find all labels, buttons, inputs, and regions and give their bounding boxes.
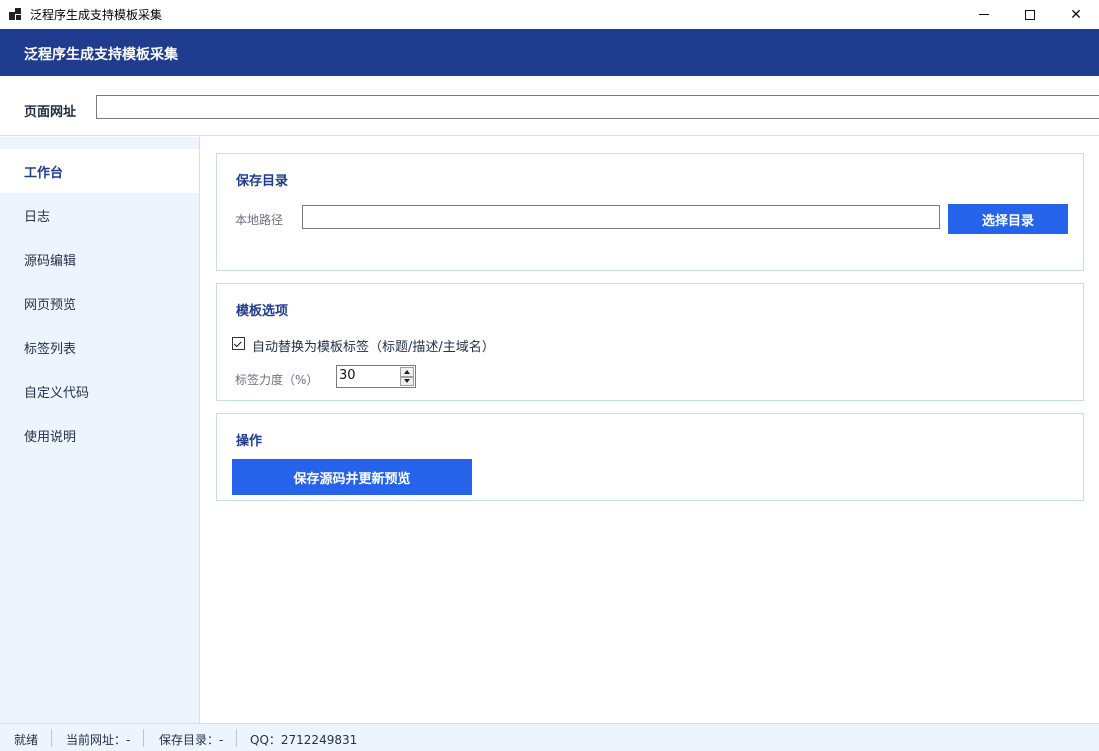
sidebar: 工作台 日志 源码编辑 网页预览 标签列表 自定义代码 使用说明 (0, 137, 200, 723)
window-title: 泛程序生成支持模板采集 (30, 8, 163, 22)
status-divider (143, 729, 144, 747)
close-button[interactable]: ✕ (1053, 0, 1099, 29)
local-path-label: 本地路径 (235, 213, 284, 227)
header-banner: 泛程序生成支持模板采集 (0, 29, 1099, 76)
auto-replace-checkbox[interactable] (232, 337, 245, 350)
sidebar-item-label: 标签列表 (24, 341, 77, 357)
url-row: 页面网址 (0, 76, 1099, 136)
app-icon (9, 8, 21, 20)
title-bar: 泛程序生成支持模板采集 ✕ (0, 0, 1099, 29)
url-input[interactable] (96, 95, 1099, 119)
minimize-icon (979, 14, 989, 15)
save-and-preview-button[interactable]: 保存源码并更新预览 (232, 459, 472, 495)
sidebar-item-label: 日志 (24, 209, 51, 225)
local-path-input[interactable] (302, 205, 940, 229)
status-bar: 就绪 当前网址：- 保存目录：- QQ：2712249831 (0, 723, 1099, 751)
maximize-button[interactable] (1007, 0, 1053, 29)
operations-panel: 操作 保存源码并更新预览 (216, 413, 1084, 501)
sidebar-item-web-preview[interactable]: 网页预览 (0, 281, 199, 325)
sidebar-item-label: 使用说明 (24, 429, 77, 445)
strength-value[interactable]: 30 (339, 368, 356, 383)
status-ready: 就绪 (14, 733, 39, 747)
status-qq: QQ：2712249831 (250, 733, 358, 747)
status-divider (51, 729, 52, 747)
sidebar-item-label: 源码编辑 (24, 253, 77, 269)
sidebar-item-label: 自定义代码 (24, 385, 90, 401)
strength-label: 标签力度（%） (235, 373, 319, 387)
sidebar-item-custom-code[interactable]: 自定义代码 (0, 369, 199, 413)
close-icon: ✕ (1070, 6, 1082, 23)
auto-replace-label[interactable]: 自动替换为模板标签（标题/描述/主域名） (252, 336, 495, 355)
sidebar-item-workbench[interactable]: 工作台 (0, 149, 199, 193)
stepper-down-button[interactable] (400, 376, 414, 386)
strength-stepper[interactable]: 30 (336, 365, 416, 388)
status-current-url: 当前网址：- (66, 733, 131, 747)
maximize-icon (1025, 9, 1035, 20)
save-dir-panel: 保存目录 本地路径 选择目录 (216, 153, 1084, 271)
stepper-buttons (400, 367, 414, 386)
sidebar-item-source-edit[interactable]: 源码编辑 (0, 237, 199, 281)
sidebar-item-log[interactable]: 日志 (0, 193, 199, 237)
arrow-up-icon (404, 369, 410, 374)
sidebar-item-tag-list[interactable]: 标签列表 (0, 325, 199, 369)
sidebar-item-label: 网页预览 (24, 297, 77, 313)
arrow-down-icon (404, 379, 410, 384)
operations-title: 操作 (236, 434, 263, 449)
app-window: 泛程序生成支持模板采集 ✕ 泛程序生成支持模板采集 页面网址 工作台 日志 源码… (0, 0, 1099, 751)
save-dir-title: 保存目录 (236, 174, 289, 189)
status-save-dir: 保存目录：- (159, 733, 224, 747)
sidebar-item-usage[interactable]: 使用说明 (0, 413, 199, 457)
stepper-up-button[interactable] (400, 367, 414, 377)
template-options-title: 模板选项 (236, 304, 289, 319)
sidebar-item-label: 工作台 (24, 165, 64, 181)
url-label: 页面网址 (24, 105, 77, 120)
header-title: 泛程序生成支持模板采集 (24, 47, 178, 63)
status-divider (236, 729, 237, 747)
choose-dir-button[interactable]: 选择目录 (948, 204, 1068, 234)
minimize-button[interactable] (961, 0, 1007, 29)
template-options-panel: 模板选项 自动替换为模板标签（标题/描述/主域名） 标签力度（%） 30 (216, 283, 1084, 401)
check-icon (233, 338, 242, 347)
